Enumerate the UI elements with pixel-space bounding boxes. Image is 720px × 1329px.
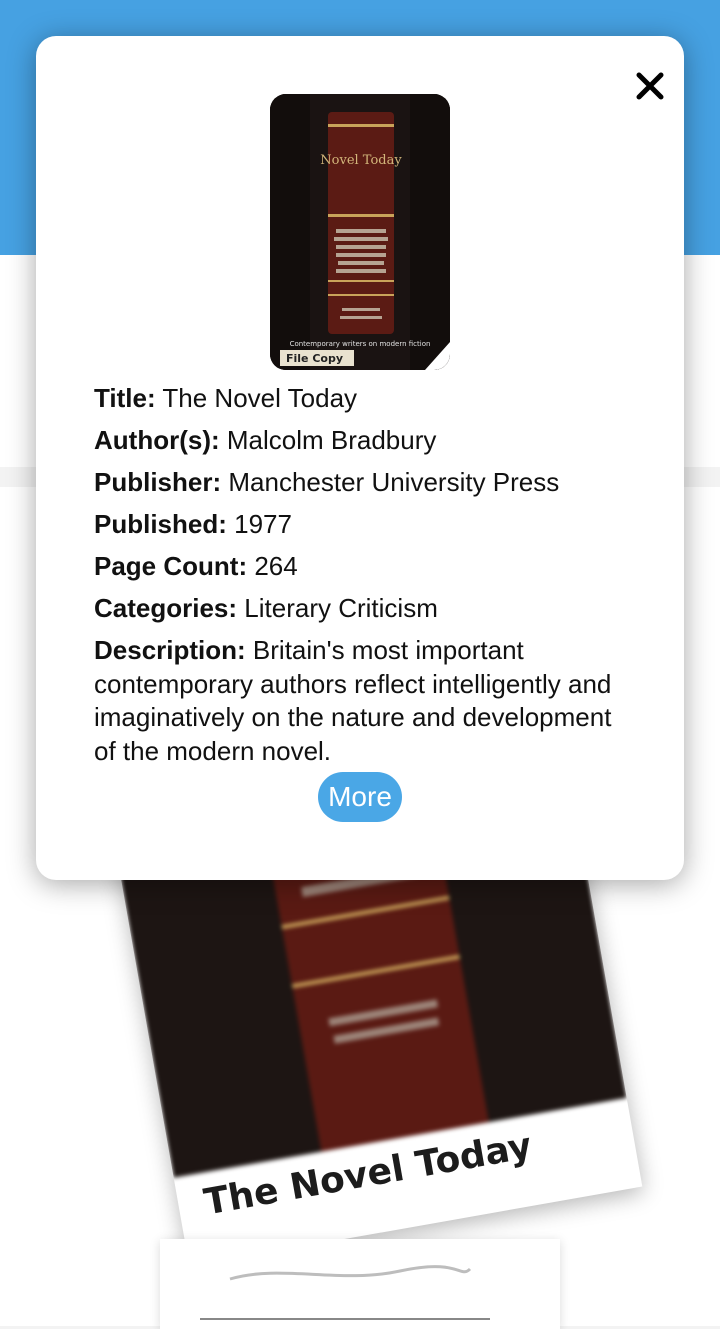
publisher-row: Publisher: Manchester University Press [94,466,634,498]
author-value: Malcolm Bradbury [226,425,437,455]
description-row: Description: Britain's most important co… [94,634,634,768]
publisher-label: Publisher: [94,467,222,497]
close-icon[interactable] [630,66,670,106]
title-value: The Novel Today [162,383,358,413]
cover-spine-title: Novel Today [320,153,402,168]
description-label: Description: [94,635,246,665]
page-count-row: Page Count: 264 [94,550,634,582]
published-value: 1977 [234,509,292,539]
author-label: Author(s): [94,425,220,455]
title-label: Title: [94,383,156,413]
page-count-label: Page Count: [94,551,248,581]
book-details: Title: The Novel Today Author(s): Malcol… [94,382,634,778]
published-row: Published: 1977 [94,508,634,540]
title-row: Title: The Novel Today [94,382,634,414]
cover-tagline: Contemporary writers on modern fiction [290,340,431,348]
book-card-next[interactable] [160,1239,560,1329]
categories-label: Categories: [94,593,238,623]
close-button[interactable] [630,66,670,106]
page-count-value: 264 [254,551,298,581]
book-details-modal: Novel Today Contemporary writers on mode… [36,36,684,880]
cover-file-copy-label: File Copy [286,352,343,365]
publisher-value: Manchester University Press [228,467,560,497]
book-card-next-cover [160,1239,560,1329]
categories-row: Categories: Literary Criticism [94,592,634,624]
book-cover-image: Novel Today Contemporary writers on mode… [270,94,450,370]
more-button[interactable]: More [318,772,402,822]
author-row: Author(s): Malcolm Bradbury [94,424,634,456]
published-label: Published: [94,509,227,539]
categories-value: Literary Criticism [244,593,438,623]
